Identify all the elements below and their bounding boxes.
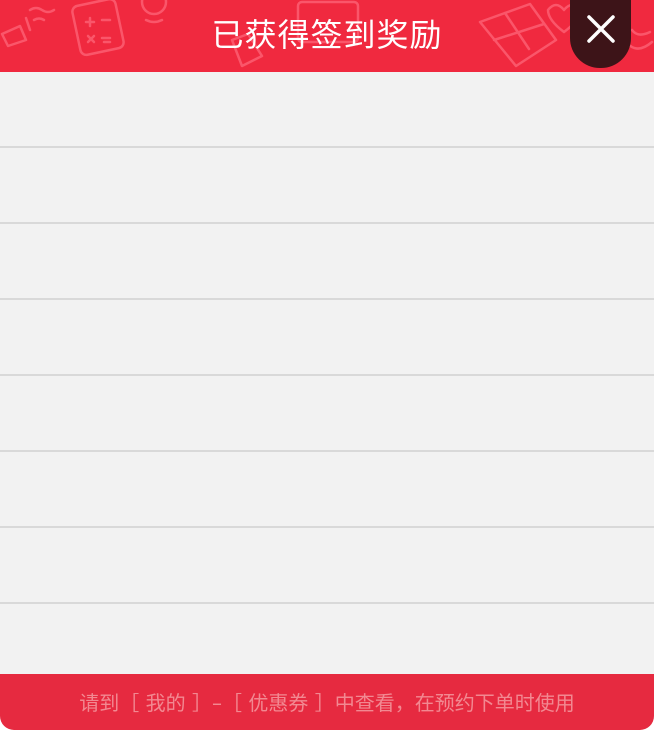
- close-icon: [587, 15, 615, 43]
- dialog-title: 已获得签到奖励: [211, 16, 443, 54]
- reward-row: [0, 376, 654, 452]
- reward-row: [0, 452, 654, 528]
- footer-hint: 请到［ 我的 ］–［ 优惠券 ］中查看，在预约下单时使用: [0, 674, 654, 730]
- reward-row: [0, 148, 654, 224]
- reward-row: [0, 604, 654, 680]
- reward-row: [0, 72, 654, 148]
- reward-row: [0, 224, 654, 300]
- close-button[interactable]: [570, 0, 631, 68]
- reward-dialog: 已获得签到奖励 请到［ 我的 ］–［ 优惠券 ］中查看，在预约下单时使用: [0, 0, 654, 730]
- dialog-header: 已获得签到奖励: [0, 0, 654, 72]
- reward-row: [0, 300, 654, 376]
- reward-list: [0, 72, 654, 680]
- reward-row: [0, 528, 654, 604]
